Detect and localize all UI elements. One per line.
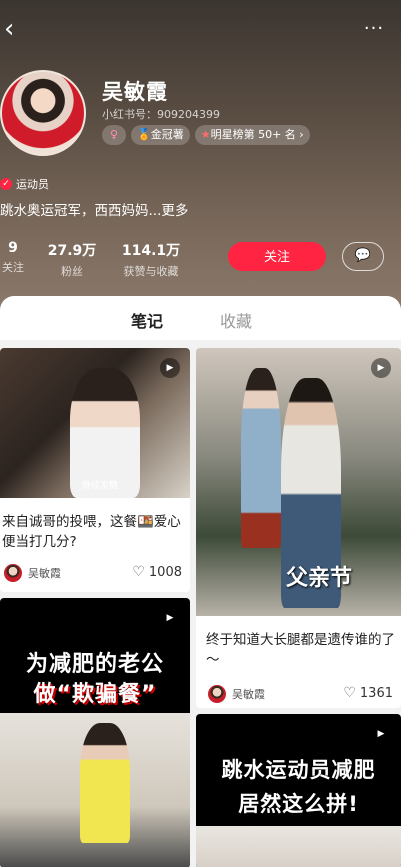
note-cover (0, 713, 190, 867)
star-icon: ★ (200, 128, 211, 141)
note-card[interactable]: 继续发糖 ▶ 来自诚哥的投喂，这餐🍱爱心便当打几分? 吴敏霞 ♡ 1008 (0, 348, 190, 592)
champion-badge[interactable]: 🏅金冠薯 (131, 125, 190, 145)
note-author[interactable]: 吴敏霞 (4, 564, 61, 582)
tab-bar: 笔记 收藏 (0, 308, 401, 346)
notes-feed: 继续发糖 ▶ 来自诚哥的投喂，这餐🍱爱心便当打几分? 吴敏霞 ♡ 1008 父亲… (0, 340, 401, 867)
stat-following[interactable]: 9 关注 (0, 240, 26, 279)
profile-name: 吴敏霞 (102, 80, 168, 104)
stat-followers[interactable]: 27.9万 粉丝 (46, 240, 98, 279)
medal-icon: 🏅 (137, 128, 151, 141)
play-icon: ▶ (371, 724, 391, 744)
stats: 9 关注 27.9万 粉丝 114.1万 获赞与收藏 (0, 240, 204, 279)
note-banner: 跳水运动员减肥 (221, 758, 376, 782)
more-icon[interactable]: ··· (359, 14, 389, 44)
back-icon[interactable]: ‹ (4, 14, 28, 44)
note-title: 终于知道大长腿都是遗传谁的了～ (206, 632, 395, 668)
star-rank-badge[interactable]: ★明星榜第 50+ 名 › (194, 125, 310, 145)
profile-tags: ♀ 🏅金冠薯 ★明星榜第 50+ 名 › (102, 125, 310, 145)
note-banner: 居然这么拼! (238, 792, 359, 816)
note-cover (196, 826, 401, 867)
gender-icon: ♀ (102, 125, 126, 145)
play-icon: ▶ (160, 608, 180, 628)
play-icon: ▶ (160, 358, 180, 378)
tab-notes[interactable]: 笔记 (131, 308, 163, 332)
note-author[interactable]: 吴敏霞 (208, 685, 265, 703)
note-cover: 父亲节 (196, 348, 401, 616)
heart-icon: ♡ (343, 685, 356, 701)
message-icon[interactable]: 💬 (342, 242, 384, 271)
note-banner: 做“欺骗餐” (33, 682, 157, 707)
verified-icon: ✓ (0, 178, 12, 190)
follow-button[interactable]: 关注 (228, 242, 326, 271)
profile-header: ‹ ··· 吴敏霞 小红书号：909204399 ♀ 🏅金冠薯 ★明星榜第 50… (0, 0, 401, 310)
note-card[interactable]: ▶ 为减肥的老公 做“欺骗餐” (0, 598, 190, 867)
like-count[interactable]: ♡ 1008 (132, 564, 182, 580)
avatar[interactable] (0, 70, 86, 156)
notes-panel: 笔记 收藏 继续发糖 ▶ 来自诚哥的投喂，这餐🍱爱心便当打几分? 吴敏霞 ♡ 1… (0, 296, 401, 867)
tab-collections[interactable]: 收藏 (220, 308, 252, 332)
note-banner: 为减肥的老公 (25, 652, 164, 677)
occupation: ✓ 运动员 (0, 176, 49, 192)
bio[interactable]: 跳水奥运冠军，西西妈妈...更多 (0, 199, 188, 219)
red-id: 小红书号：909204399 (102, 108, 220, 121)
heart-icon: ♡ (132, 564, 145, 580)
avatar (208, 685, 226, 703)
note-title: 来自诚哥的投喂，这餐🍱爱心便当打几分? (2, 514, 181, 550)
avatar (4, 564, 22, 582)
stat-likes[interactable]: 114.1万 获赞与收藏 (118, 240, 184, 279)
like-count[interactable]: ♡ 1361 (343, 685, 393, 701)
note-card[interactable]: 父亲节 ▶ 终于知道大长腿都是遗传谁的了～ 吴敏霞 ♡ 1361 (196, 348, 401, 708)
note-card[interactable]: ▶ 跳水运动员减肥 居然这么拼! (196, 714, 401, 867)
play-icon: ▶ (371, 358, 391, 378)
